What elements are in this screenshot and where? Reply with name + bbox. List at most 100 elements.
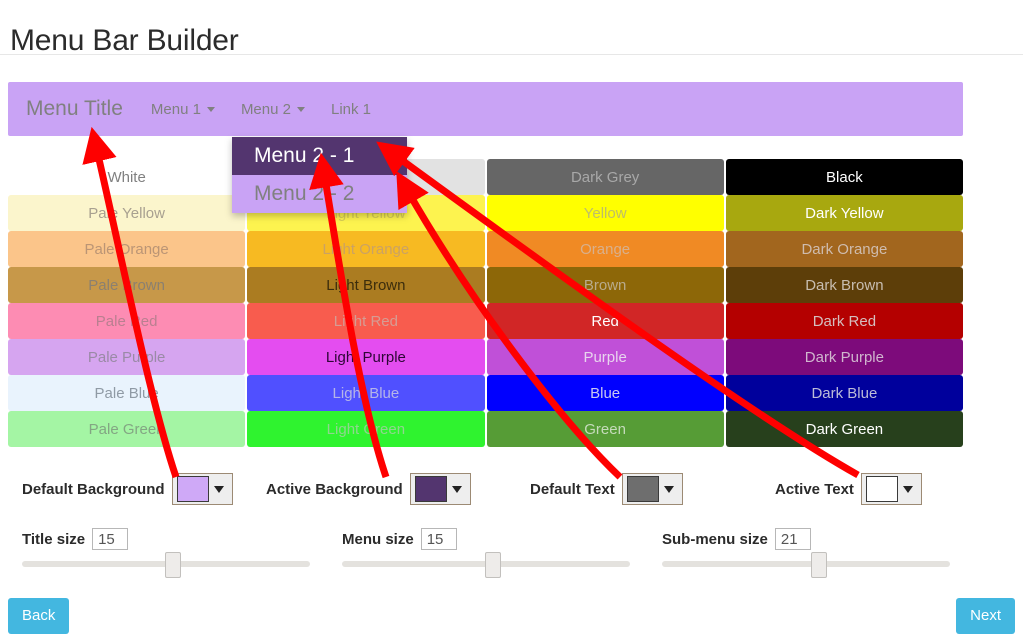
color-swatch[interactable]: Light Brown [247,267,485,303]
slider-header: Title size 15 [22,527,310,551]
slider-handle[interactable] [810,552,827,578]
title-divider [0,54,1023,55]
color-swatch[interactable]: Brown [486,267,724,303]
color-swatch[interactable]: Green [486,411,724,447]
color-picker-row: Default Background Active Background Defau… [0,470,1023,510]
color-swatch[interactable]: Pale Blue [8,375,246,411]
dropdown-item-0[interactable]: Menu 2 - 1 [232,137,407,175]
color-swatch-label: Orange [580,240,631,258]
color-swatch-label: Brown [583,276,627,294]
slider-header: Sub-menu size 21 [662,527,950,551]
color-swatch[interactable]: Light Green [247,411,485,447]
menu-bar-item-1[interactable]: Menu 2 [241,101,305,118]
chevron-down-icon [296,106,305,112]
menu-bar-item-2[interactable]: Link 1 [331,101,371,118]
color-swatch-label: Blue [590,384,621,402]
color-picker-dropdown[interactable] [171,473,233,505]
slider-label: Sub-menu size [662,530,768,548]
color-swatch-label: Dark Brown [805,276,884,294]
color-swatch[interactable]: Dark Red [725,303,963,339]
color-swatch[interactable]: Pale Yellow [8,195,246,231]
menu-bar-title[interactable]: Menu Title [26,97,123,121]
color-swatch[interactable]: Light Orange [247,231,485,267]
color-swatch[interactable]: Dark Brown [725,267,963,303]
color-swatch-label: Light Red [333,312,398,330]
color-swatch[interactable]: Blue [486,375,724,411]
color-swatch-label: White [107,168,146,186]
color-swatch[interactable]: Pale Orange [8,231,246,267]
color-swatch[interactable]: Dark Purple [725,339,963,375]
color-picker-label: Default Text [530,480,615,498]
chevron-down-icon[interactable] [451,485,462,493]
color-swatch[interactable]: Light Blue [247,375,485,411]
color-swatch-label: Light Green [326,420,406,438]
color-swatch-label: Dark Blue [811,384,878,402]
color-swatch[interactable]: Pale Purple [8,339,246,375]
color-swatch[interactable]: Pale Red [8,303,246,339]
slider-value-field[interactable]: 15 [92,528,129,550]
slider-track[interactable] [662,552,950,578]
color-picker-swatch[interactable] [626,476,659,502]
menu-bar-item-2-label: Link 1 [330,100,372,118]
color-palette-grid: WhiteLight GreyDark GreyBlackPale Yellow… [8,159,963,447]
color-swatch-label: Dark Red [812,312,877,330]
color-swatch[interactable]: Black [725,159,963,195]
color-picker-dropdown[interactable] [409,473,471,505]
menu-bar-item-0[interactable]: Menu 1 [151,101,215,118]
color-swatch-label: Pale Blue [94,384,159,402]
color-swatch-label: Light Purple [325,348,406,366]
color-swatch[interactable]: Light Purple [247,339,485,375]
color-swatch[interactable]: Dark Blue [725,375,963,411]
menu-bar-item-0-label: Menu 1 [150,100,201,118]
slider-group-1: Menu size 15 [342,527,630,578]
color-picker-label: Default Background [22,480,165,498]
color-swatch-label: Green [584,420,626,438]
color-swatch[interactable]: Dark Orange [725,231,963,267]
chevron-down-icon [206,106,215,112]
color-swatch-label: Pale Purple [87,348,166,366]
color-swatch-label: Light Orange [322,240,410,258]
color-picker-1: Active Background [266,470,471,508]
chevron-down-icon[interactable] [902,485,913,493]
slider-handle[interactable] [484,552,501,578]
slider-group-0: Title size 15 [22,527,310,578]
color-swatch-label: Dark Purple [804,348,884,366]
color-swatch[interactable]: Yellow [486,195,724,231]
color-swatch-label: Pale Green [88,420,165,438]
color-swatch-label: Pale Brown [88,276,165,294]
chevron-down-icon[interactable] [213,485,224,493]
color-swatch[interactable]: Dark Green [725,411,963,447]
color-swatch-label: Dark Grey [570,168,640,186]
menu-bar-preview: Menu Title Menu 1 Menu 2 Link 1 [8,82,963,136]
slider-value-field[interactable]: 21 [774,528,811,550]
color-picker-swatch[interactable] [414,476,447,502]
color-swatch[interactable]: Red [486,303,724,339]
color-picker-swatch[interactable] [865,476,898,502]
dropdown-item-1[interactable]: Menu 2 - 2 [232,175,407,213]
color-swatch[interactable]: Pale Brown [8,267,246,303]
color-swatch[interactable]: Pale Green [8,411,246,447]
color-picker-swatch[interactable] [176,476,209,502]
color-picker-dropdown[interactable] [621,473,683,505]
color-swatch-label: Pale Orange [84,240,169,258]
color-swatch[interactable]: Light Red [247,303,485,339]
chevron-down-icon[interactable] [663,485,674,493]
color-swatch[interactable]: Dark Yellow [725,195,963,231]
menu-bar-builder-page: Menu Bar Builder Menu Title Menu 1 Menu … [0,0,1023,637]
slider-track[interactable] [342,552,630,578]
slider-group-2: Sub-menu size 21 [662,527,950,578]
color-swatch-label: Black [826,168,863,186]
next-button[interactable]: Next [956,598,1015,634]
color-swatch[interactable]: Dark Grey [486,159,724,195]
color-picker-dropdown[interactable] [860,473,922,505]
slider-label: Menu size [342,530,414,548]
slider-handle[interactable] [164,552,181,578]
menu-bar-items: Menu Title Menu 1 Menu 2 Link 1 [26,82,397,136]
color-swatch[interactable]: Orange [486,231,724,267]
color-swatch[interactable]: White [8,159,246,195]
slider-track[interactable] [22,552,310,578]
color-swatch[interactable]: Purple [486,339,724,375]
slider-value-field[interactable]: 15 [420,528,457,550]
menu-2-dropdown: Menu 2 - 1 Menu 2 - 2 [232,137,407,213]
back-button[interactable]: Back [8,598,70,634]
